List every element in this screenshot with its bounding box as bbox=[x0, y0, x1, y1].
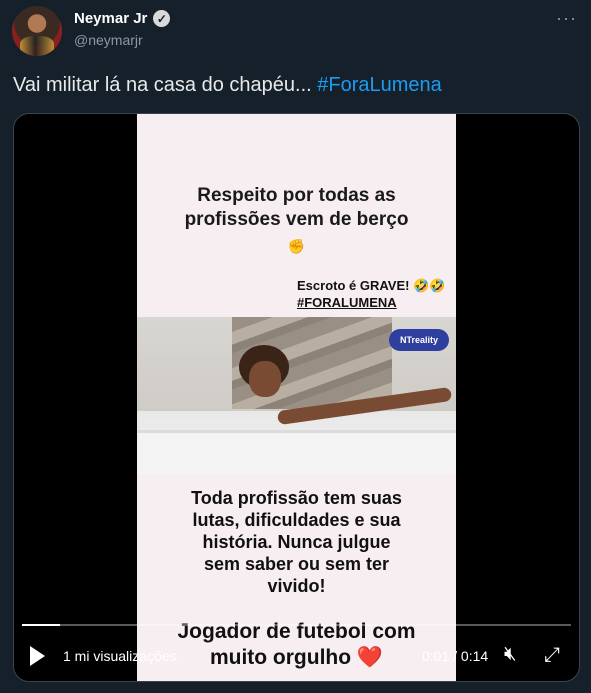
video-caption-top: Respeito por todas as profissões vem de … bbox=[137, 184, 456, 258]
video-progress-fill bbox=[22, 624, 61, 626]
video-frame: Respeito por todas as profissões vem de … bbox=[137, 114, 456, 681]
caption-line: #FORALUMENA bbox=[297, 295, 397, 310]
video-player[interactable]: Respeito por todas as profissões vem de … bbox=[13, 113, 580, 682]
video-progress-bar[interactable] bbox=[22, 624, 571, 626]
author-handle[interactable]: @neymarjr bbox=[74, 32, 143, 48]
video-caption-middle: Toda profissão tem suas lutas, dificulda… bbox=[137, 487, 456, 597]
avatar[interactable] bbox=[12, 6, 62, 56]
caption-line: vivido! bbox=[267, 576, 326, 596]
video-clip-image: NTreality bbox=[137, 317, 456, 474]
author-name-row: Neymar Jr ✓ bbox=[74, 10, 171, 27]
hashtag-link[interactable]: #ForaLumena bbox=[317, 74, 442, 96]
caption-line: profissões vem de berço bbox=[184, 209, 409, 230]
caption-line: Toda profissão tem suas bbox=[191, 488, 402, 508]
video-controls: 1 mi visualizações 0:01 / 0:14 🔇︎ ⤢ bbox=[14, 636, 579, 678]
video-caption-hashtag: Escroto é GRAVE! 🤣🤣 #FORALUMENA bbox=[297, 277, 445, 311]
caption-line: Escroto é GRAVE! 🤣🤣 bbox=[297, 278, 446, 293]
fullscreen-icon[interactable]: ⤢ bbox=[544, 644, 560, 667]
mute-icon[interactable]: 🔇︎ bbox=[504, 643, 517, 666]
caption-line: lutas, dificuldades e sua bbox=[192, 510, 401, 530]
tweet-body: Vai militar lá na casa do chapéu... bbox=[13, 74, 318, 96]
verified-badge-icon: ✓ bbox=[153, 10, 171, 27]
more-options-icon[interactable]: ··· bbox=[556, 8, 577, 29]
tweet-text: Vai militar lá na casa do chapéu... #For… bbox=[13, 74, 442, 97]
author-name[interactable]: Neymar Jr bbox=[74, 10, 147, 27]
video-time: 0:01 / 0:14 bbox=[422, 648, 489, 664]
play-icon[interactable] bbox=[30, 646, 45, 666]
caption-line: sem saber ou sem ter bbox=[203, 554, 390, 574]
caption-line: história. Nunca julgue bbox=[202, 532, 391, 552]
fist-emoji-icon: ✊ bbox=[287, 238, 306, 254]
watermark-logo: NTreality bbox=[389, 329, 449, 351]
tweet: Neymar Jr ✓ @neymarjr ··· Vai militar lá… bbox=[0, 0, 591, 693]
caption-line: Respeito por todas as bbox=[197, 185, 396, 206]
view-count: 1 mi visualizações bbox=[63, 648, 177, 664]
